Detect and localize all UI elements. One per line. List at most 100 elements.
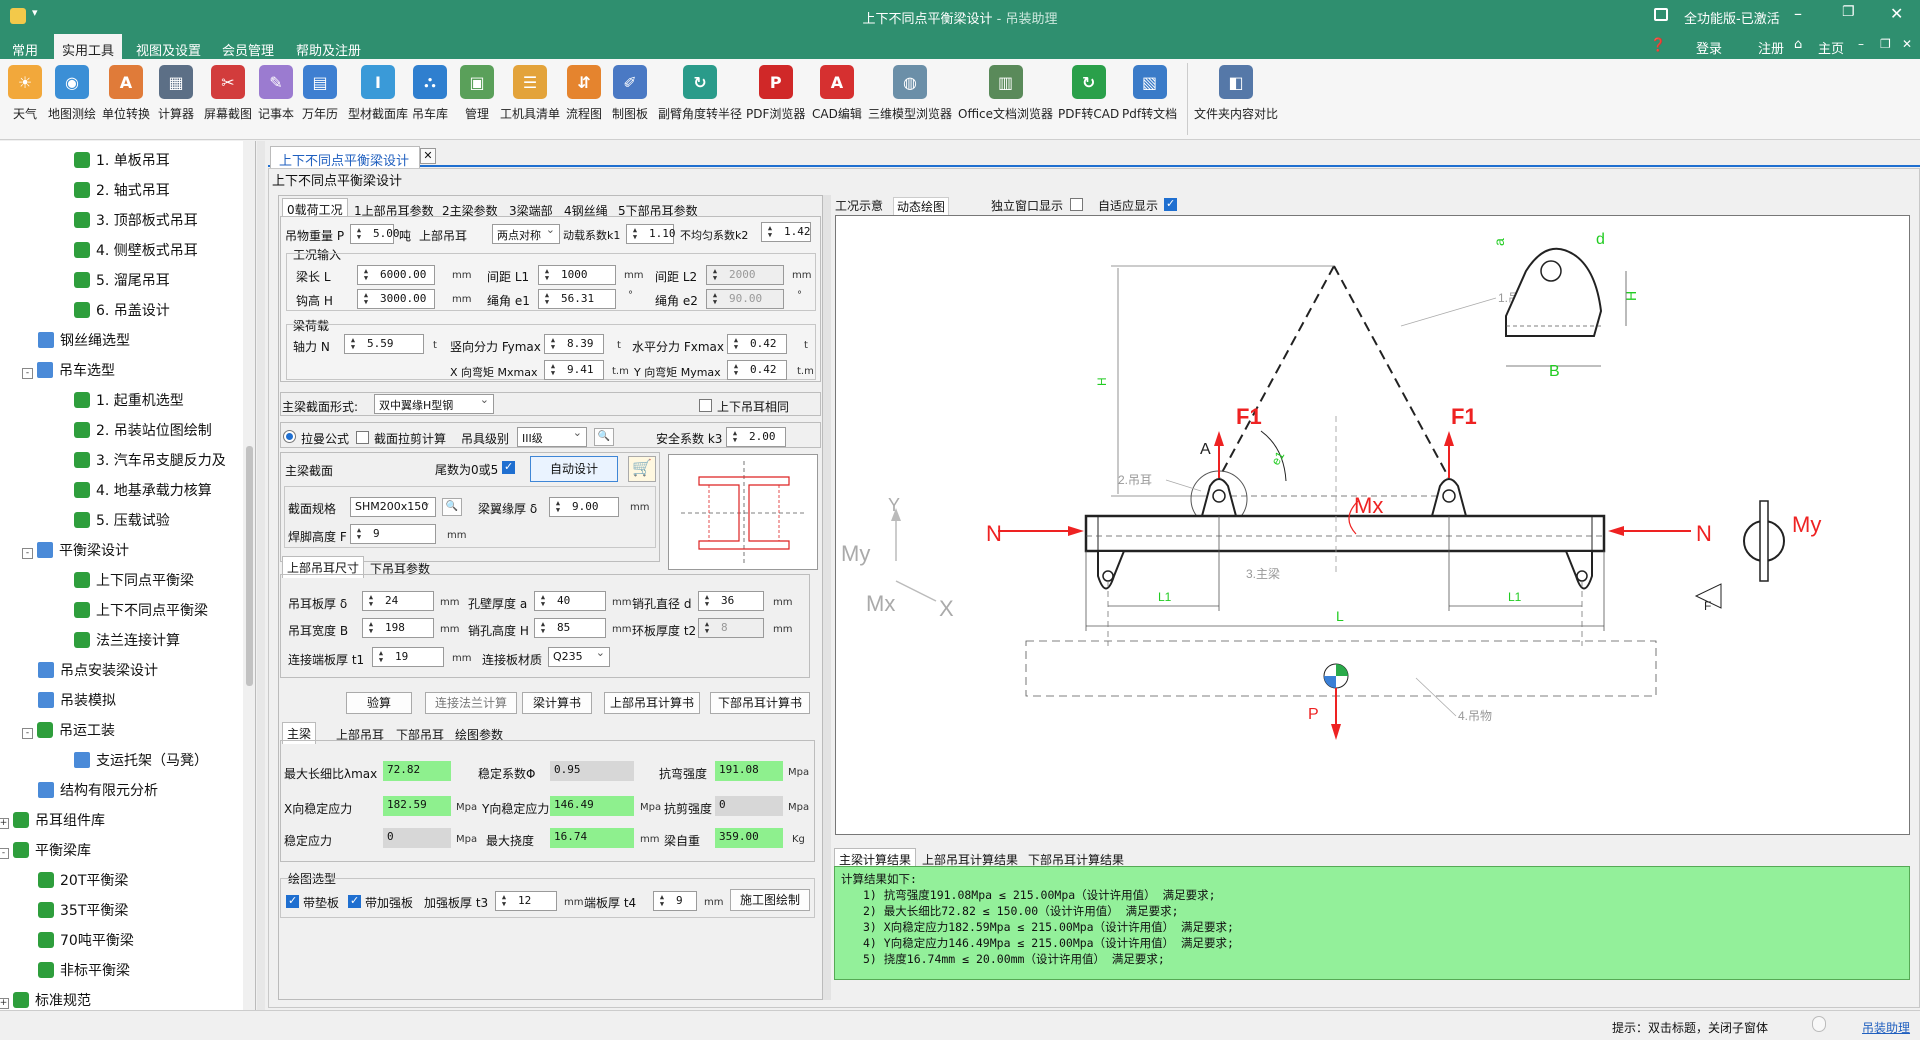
tool-14[interactable]: P PDF浏览器 [746,65,805,122]
tree-node[interactable]: 2. 吊装站位图绘制 [74,419,212,443]
tool-7[interactable]: I 型材截面库 [348,65,408,122]
tool-4[interactable]: ✂ 屏幕截图 [204,65,252,122]
check-button[interactable]: 验算 [346,692,412,714]
lug-width-input[interactable]: ▲ ▼ 198 [362,618,434,638]
upper-lug-select[interactable]: 两点对称 [492,223,560,244]
tree-node[interactable]: 3. 汽车吊支腿反力及 [74,449,226,473]
maximize-button[interactable]: ❐ [1842,4,1855,20]
login-link[interactable]: 登录 [1696,38,1722,57]
menu-utilities[interactable]: 实用工具 [54,34,123,59]
tool-16[interactable]: ◍ 三维模型浏览器 [868,65,952,122]
end-plate-input[interactable]: ▲ ▼ 19 [372,647,444,667]
flange-input[interactable]: ▲ ▼ 9.00 [549,497,619,517]
tool-2[interactable]: A 单位转换 [102,65,150,122]
l2-input[interactable]: ▲ ▼ 2000 [706,265,784,285]
register-link[interactable]: 注册 [1758,38,1784,57]
collapse-icon[interactable]: - [22,368,33,379]
form-scrollbar[interactable] [823,195,831,1000]
adaptive-display-checkbox[interactable] [1164,197,1177,211]
tree-node[interactable]: - 平衡梁库 [0,839,91,863]
e1-input[interactable]: ▲ ▼ 56.31 [538,289,616,309]
lower-lug-report-button[interactable]: 下部吊耳计算书 [710,692,810,714]
hook-height-input[interactable]: ▲ ▼ 3000.00 [357,289,435,309]
tree-node[interactable]: + 吊耳组件库 [0,809,105,833]
upper-lug-report-button[interactable]: 上部吊耳计算书 [604,692,700,714]
e2-input[interactable]: ▲ ▼ 90.00 [706,289,784,309]
section-lookup-button[interactable]: 🔍 [442,498,462,516]
tree-node[interactable]: 70吨平衡梁 [38,929,134,953]
rib-plate-checkbox[interactable] [348,894,361,908]
weight-input[interactable]: ▲ ▼ 5.00 [350,224,400,244]
menu-view-settings[interactable]: 视图及设置 [128,38,209,61]
tab-dynamic-drawing[interactable]: 动态绘图 [893,197,950,216]
auto-design-button[interactable]: 自动设计 [530,456,618,482]
expand-icon[interactable]: + [0,998,9,1009]
collapse-icon[interactable]: - [22,548,33,559]
my-input[interactable]: ▲ ▼ 0.42 [727,360,787,380]
status-app-link[interactable]: 吊装助理 [1862,1019,1910,1036]
fy-input[interactable]: ▲ ▼ 8.39 [544,334,604,354]
same-lug-checkbox[interactable] [699,399,712,412]
tree-node[interactable]: 支运托架（马凳） [74,749,208,773]
material-select[interactable]: Q235 [548,646,610,667]
mdi-close-button[interactable]: ✕ [1902,37,1912,51]
collapse-icon[interactable]: - [0,848,9,859]
tree-node[interactable]: 1. 单板吊耳 [74,149,170,173]
tree-node[interactable]: 3. 顶部板式吊耳 [74,209,198,233]
fx-input[interactable]: ▲ ▼ 0.42 [727,334,787,354]
t3-input[interactable]: ▲ ▼ 12 [495,891,557,911]
tree-node[interactable]: 吊点安装梁设计 [38,659,158,683]
lug-thickness-input[interactable]: ▲ ▼ 24 [362,591,434,611]
tool-10[interactable]: ☰ 工机具清单 [500,65,560,122]
tree-node[interactable]: 20T平衡梁 [38,869,128,893]
tool-20[interactable]: ◧ 文件夹内容对比 [1194,65,1278,122]
tree-scrollbar[interactable] [243,141,255,1021]
tree-node[interactable]: 钢丝绳选型 [38,329,130,353]
tool-3[interactable]: ▦ 计算器 [158,65,194,122]
tool-0[interactable]: ☀ 天气 [8,65,42,122]
tool-1[interactable]: ◉ 地图测绘 [48,65,96,122]
menu-membership[interactable]: 会员管理 [214,38,282,61]
tree-node[interactable]: 5. 溜尾吊耳 [74,269,170,293]
menu-common[interactable]: 常用 [4,38,46,61]
collapse-icon[interactable]: - [22,728,33,739]
mdi-restore-button[interactable]: ❐ [1880,37,1891,51]
tree-node[interactable]: - 平衡梁设计 [22,539,129,563]
tree-node[interactable]: - 吊车选型 [22,359,115,383]
tree-node[interactable]: 上下同点平衡梁 [74,569,194,593]
axial-force-input[interactable]: ▲ ▼ 5.59 [344,334,424,354]
menu-help-register[interactable]: 帮助及注册 [288,38,369,61]
tree-node[interactable]: 吊装模拟 [38,689,116,713]
section-shear-checkbox[interactable] [356,431,369,444]
tool-13[interactable]: ↻ 副臂角度转半径 [658,65,742,122]
k2-input[interactable]: ▲ ▼ 1.42 [761,222,811,242]
hole-wall-input[interactable]: ▲ ▼ 40 [534,591,606,611]
pin-diameter-input[interactable]: ▲ ▼ 36 [698,591,764,611]
home-link[interactable]: 主页 [1818,38,1844,57]
beam-report-button[interactable]: 梁计算书 [522,692,592,714]
tree-node[interactable]: 1. 起重机选型 [74,389,184,413]
tree-node[interactable]: 35T平衡梁 [38,899,128,923]
tool-8[interactable]: ⛬ 吊车库 [412,65,448,122]
tree-node[interactable]: 结构有限元分析 [38,779,158,803]
help-icon[interactable]: ❓ [1650,38,1666,53]
document-tab-close-icon[interactable]: ✕ [420,148,436,164]
close-button[interactable]: ✕ [1890,4,1903,23]
tree-node[interactable]: 法兰连接计算 [74,629,180,653]
tree-node[interactable]: 4. 地基承载力核算 [74,479,212,503]
tool-12[interactable]: ✐ 制图板 [612,65,648,122]
weld-input[interactable]: ▲ ▼ 9 [350,524,436,544]
tool-9[interactable]: ▣ 管理 [460,65,494,122]
tool-6[interactable]: ▤ 万年历 [302,65,338,122]
splitter[interactable] [257,141,265,1011]
k3-input[interactable]: ▲ ▼ 2.00 [726,427,786,447]
tool-19[interactable]: ▧ Pdf转文档 [1122,65,1177,122]
tree-node[interactable]: 上下不同点平衡梁 [74,599,208,623]
mx-input[interactable]: ▲ ▼ 9.41 [544,360,604,380]
tool-15[interactable]: A CAD编辑 [812,65,862,122]
grade-select[interactable]: III级 [517,426,587,447]
pin-height-input[interactable]: ▲ ▼ 85 [534,618,606,638]
tool-5[interactable]: ✎ 记事本 [258,65,294,122]
tool-11[interactable]: ⇵ 流程图 [566,65,602,122]
formula-lame-radio[interactable] [283,430,296,443]
